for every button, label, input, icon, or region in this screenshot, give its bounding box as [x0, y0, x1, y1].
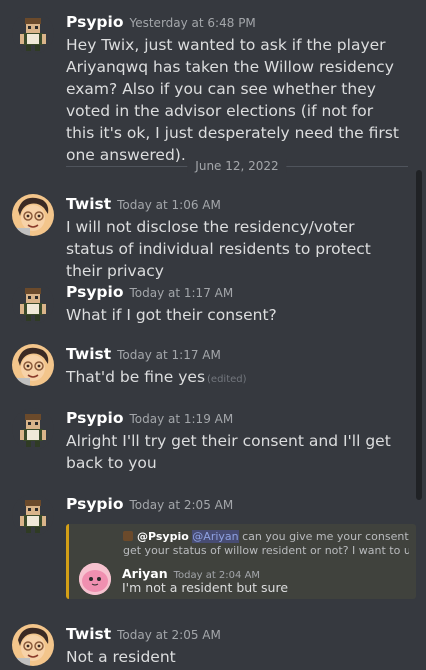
- twist-avatar-icon[interactable]: [12, 344, 54, 386]
- reply-author[interactable]: @Psypio: [137, 530, 189, 543]
- psypio-avatar-icon[interactable]: [12, 494, 54, 536]
- message-header: Twist Today at 2:05 AM: [66, 624, 221, 643]
- reply-preview[interactable]: @Psypio @Ariyan can you give me your con…: [123, 530, 409, 558]
- message-text: I will not disclose the residency/voter …: [66, 218, 371, 280]
- author-name[interactable]: Psypio: [66, 409, 123, 427]
- timestamp: Yesterday at 6:48 PM: [129, 16, 256, 30]
- message: Twist Today at 1:17 AM That'd be fine yes…: [0, 344, 412, 394]
- reply-text-line1: can you give me your consent to: [238, 530, 409, 543]
- twist-avatar-icon[interactable]: [12, 624, 54, 666]
- message: Psypio Today at 2:05 AM: [0, 494, 412, 536]
- message-text: Hey Twix, just wanted to ask if the play…: [66, 36, 399, 164]
- message-text: Not a resident: [66, 648, 176, 666]
- message-header: Twist Today at 1:06 AM: [66, 194, 221, 213]
- twist-avatar-icon[interactable]: [12, 194, 54, 236]
- timestamp: Today at 1:17 AM: [117, 348, 221, 362]
- quoted-reply-embed[interactable]: @Psypio @Ariyan can you give me your con…: [66, 524, 416, 599]
- message-header: Psypio Today at 2:05 AM: [66, 494, 233, 513]
- message: Twist Today at 2:05 AM Not a resident: [0, 624, 412, 670]
- message: Psypio Yesterday at 6:48 PM Hey Twix, jus…: [0, 12, 412, 164]
- message-header: Psypio Today at 1:17 AM: [66, 282, 233, 301]
- psypio-avatar-icon[interactable]: [12, 408, 54, 450]
- author-name[interactable]: Psypio: [66, 495, 123, 513]
- date-divider-label: June 12, 2022: [187, 159, 287, 173]
- message-text: Alright I'll try get their consent and I…: [66, 432, 391, 472]
- author-name[interactable]: Twist: [66, 625, 111, 643]
- psypio-avatar-icon[interactable]: [12, 12, 54, 54]
- embed-author[interactable]: Ariyan: [122, 566, 168, 581]
- author-name[interactable]: Twist: [66, 195, 111, 213]
- message: Twist Today at 1:06 AM I will not disclos…: [0, 194, 412, 280]
- mention[interactable]: @Ariyan: [192, 530, 239, 543]
- author-name[interactable]: Twist: [66, 345, 111, 363]
- timestamp: Today at 2:05 AM: [117, 628, 221, 642]
- timestamp: Today at 1:06 AM: [117, 198, 221, 212]
- message-header: Twist Today at 1:17 AM: [66, 344, 221, 363]
- author-name[interactable]: Psypio: [66, 13, 123, 31]
- scrollbar[interactable]: [416, 170, 422, 500]
- message: Psypio Today at 1:19 AM Alright I'll try …: [0, 408, 412, 478]
- message: Psypio Today at 1:17 AM What if I got the…: [0, 282, 412, 332]
- message-text: That'd be fine yes: [66, 368, 206, 386]
- message-header: Psypio Yesterday at 6:48 PM: [66, 12, 256, 31]
- edited-label: (edited): [207, 374, 247, 385]
- embed-text: I'm not a resident but sure: [122, 580, 289, 595]
- timestamp: Today at 1:19 AM: [129, 412, 234, 426]
- date-divider: June 12, 2022: [66, 159, 408, 173]
- timestamp: Today at 2:05 AM: [129, 498, 234, 512]
- message-text: What if I got their consent?: [66, 306, 277, 324]
- psypio-avatar-icon[interactable]: [12, 282, 54, 324]
- author-name[interactable]: Psypio: [66, 283, 123, 301]
- reply-avatar-icon: [123, 531, 133, 541]
- message-header: Psypio Today at 1:19 AM: [66, 408, 233, 427]
- timestamp: Today at 1:17 AM: [129, 286, 234, 300]
- message-body: That'd be fine yes (edited): [66, 366, 402, 391]
- reply-text-line2: get your status of willow resident or no…: [123, 544, 409, 557]
- ariyan-avatar-icon[interactable]: [79, 563, 111, 595]
